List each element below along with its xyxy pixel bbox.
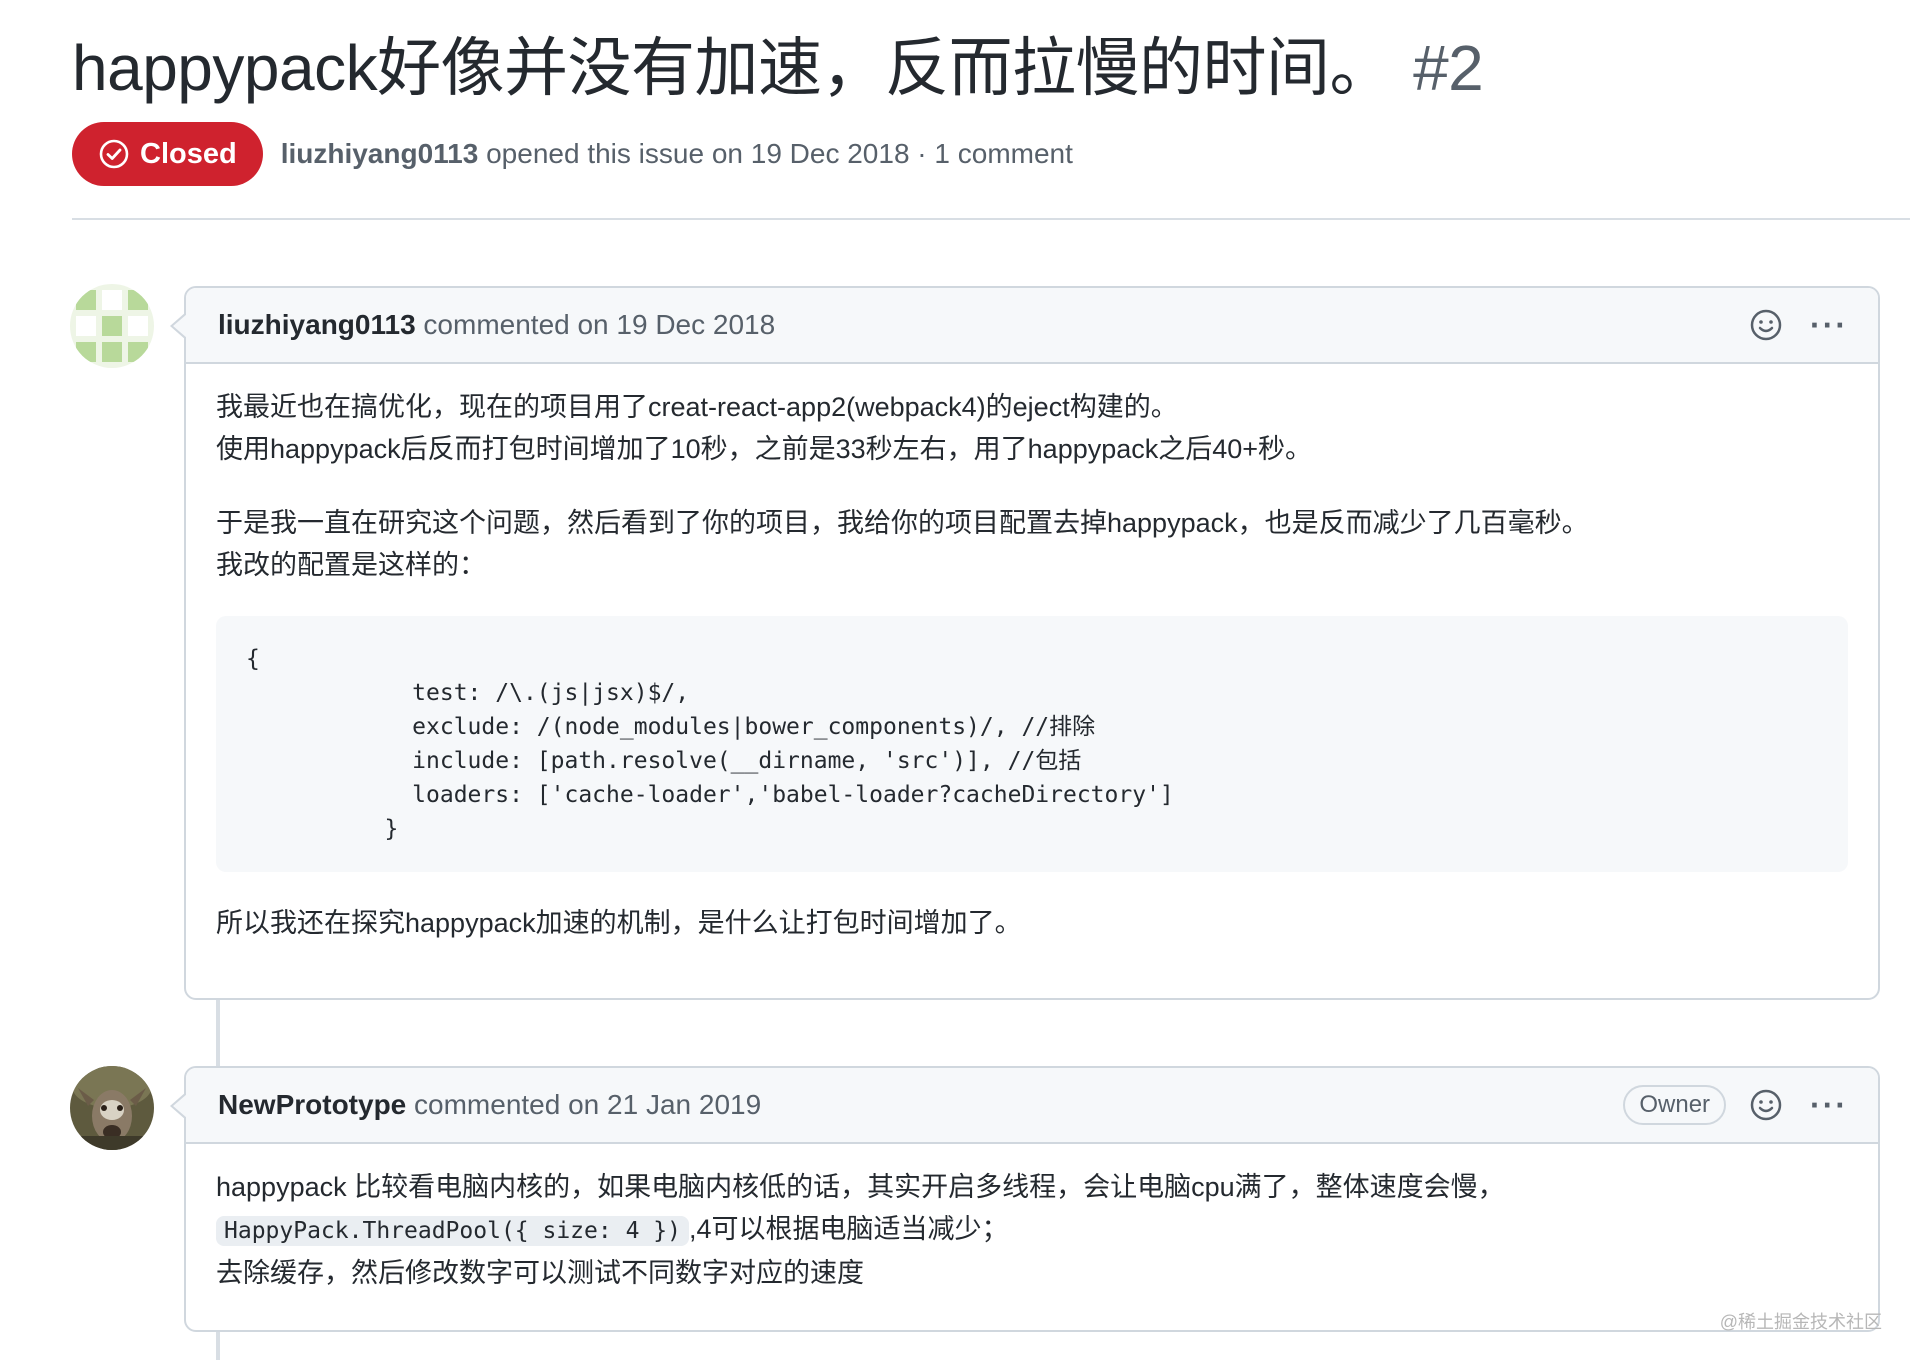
comment-header-text: liuzhiyang0113 commented on 19 Dec 2018 xyxy=(218,309,1748,341)
inline-code: HappyPack.ThreadPool({ size: 4 }) xyxy=(216,1216,689,1246)
comment-paragraph: 使用happypack后反而打包时间增加了10秒，之前是33秒左右，用了happ… xyxy=(216,434,1313,464)
status-badge: Closed xyxy=(72,122,263,186)
comment-paragraph: HappyPack.ThreadPool({ size: 4 }) ,4可以根据电… xyxy=(216,1208,1848,1252)
code-block: { test: /\.(js|jsx)$/, exclude: /(node_m… xyxy=(216,616,1848,872)
comment-paragraph: 去除缓存，然后修改数字可以测试不同数字对应的速度 xyxy=(216,1258,864,1288)
issue-meta: Closed liuzhiyang0113 opened this issue … xyxy=(72,122,1073,186)
comment-paragraph: 于是我一直在研究这个问题，然后看到了你的项目，我给你的项目配置去掉happypa… xyxy=(216,508,1589,538)
comment-author-link[interactable]: NewPrototype xyxy=(218,1089,406,1120)
comment-header: liuzhiyang0113 commented on 19 Dec 2018 … xyxy=(170,288,1878,364)
issue-meta-text: liuzhiyang0113 opened this issue on 19 D… xyxy=(281,138,1073,170)
issue-number: #2 xyxy=(1413,32,1484,104)
identicon-avatar-icon xyxy=(70,284,154,368)
check-circle-icon xyxy=(98,138,130,170)
owner-badge: Owner xyxy=(1623,1085,1727,1125)
user-photo-avatar-icon xyxy=(70,1066,154,1150)
header-divider xyxy=(72,218,1910,220)
comment-paragraph: 我改的配置是这样的： xyxy=(216,550,486,580)
comment-paragraph: 所以我还在探究happypack加速的机制，是什么让打包时间增加了。 xyxy=(216,908,1022,938)
comment-author-link[interactable]: liuzhiyang0113 xyxy=(218,309,416,340)
comment-timestamp[interactable]: commented on 19 Dec 2018 xyxy=(416,309,775,340)
timeline-connector xyxy=(216,1000,220,1066)
comment-timestamp[interactable]: commented on 21 Jan 2019 xyxy=(406,1089,761,1120)
status-label: Closed xyxy=(140,137,237,170)
comment-body: 我最近也在搞优化，现在的项目用了creat-react-app2(webpack… xyxy=(186,364,1878,970)
kebab-menu-icon[interactable]: ··· xyxy=(1810,1089,1848,1121)
comment-body: happypack 比较看电脑内核的，如果电脑内核低的话，其实开启多线程，会让电… xyxy=(186,1144,1878,1320)
issue-title: happypack好像并没有加速，反而拉慢的时间。 #2 xyxy=(72,28,1484,108)
smiley-icon[interactable] xyxy=(1748,307,1784,343)
comment-paragraph: happypack 比较看电脑内核的，如果电脑内核低的话，其实开启多线程，会让电… xyxy=(216,1172,1505,1202)
comment: NewPrototype commented on 21 Jan 2019 Ow… xyxy=(170,1066,1880,1332)
avatar[interactable] xyxy=(70,1066,154,1150)
avatar[interactable] xyxy=(70,284,154,368)
comment: liuzhiyang0113 commented on 19 Dec 2018 … xyxy=(170,286,1880,1000)
comment-header: NewPrototype commented on 21 Jan 2019 Ow… xyxy=(170,1068,1878,1144)
timeline-connector xyxy=(216,1332,220,1360)
watermark: @稀土掘金技术社区 xyxy=(1719,1312,1882,1332)
issue-title-text: happypack好像并没有加速，反而拉慢的时间。 xyxy=(72,32,1394,104)
issue-meta-suffix: opened this issue on 19 Dec 2018 · 1 com… xyxy=(478,138,1073,169)
comment-text: ,4可以根据电脑适当减少； xyxy=(688,1214,1009,1244)
comment-paragraph: 我最近也在搞优化，现在的项目用了creat-react-app2(webpack… xyxy=(216,392,1178,422)
kebab-menu-icon[interactable]: ··· xyxy=(1810,309,1848,341)
smiley-icon[interactable] xyxy=(1748,1087,1784,1123)
comment-header-text: NewPrototype commented on 21 Jan 2019 xyxy=(218,1089,1623,1121)
issue-author-link[interactable]: liuzhiyang0113 xyxy=(281,138,479,169)
